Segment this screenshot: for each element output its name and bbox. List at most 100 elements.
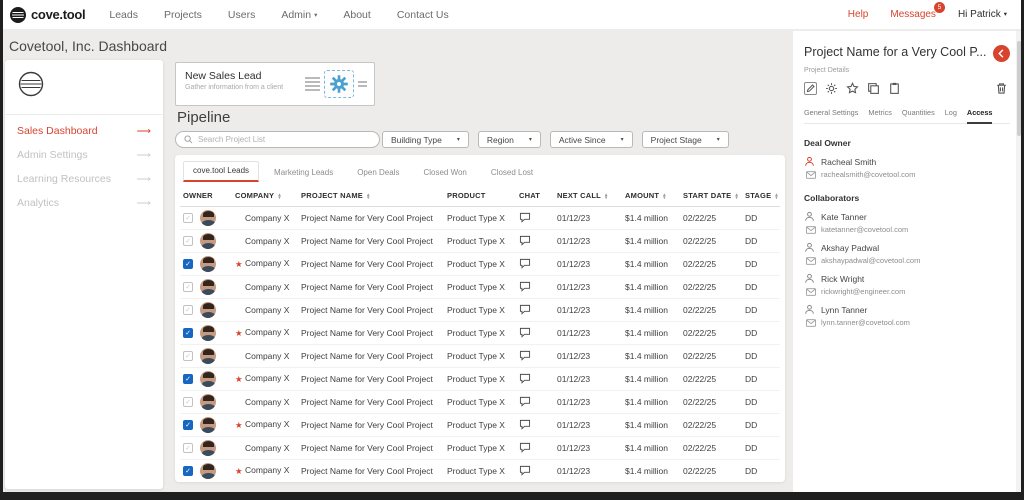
col-next-call[interactable]: NEXT CALL ▲ ▼ [554,185,622,207]
col-amount[interactable]: AMOUNT ▲ ▼ [622,185,680,207]
collaborator-email[interactable]: katetanner@covetool.com [821,225,908,234]
project-name[interactable]: Project Name for Very Cool Project [298,252,444,276]
row-checkbox[interactable]: ✓ [183,374,193,384]
search-input[interactable] [198,135,371,144]
collaborator-email[interactable]: lynn.tanner@covetool.com [821,318,910,327]
detail-tab-metrics[interactable]: Metrics [868,108,892,123]
collaborator-email[interactable]: rickwright@engineer.com [821,287,905,296]
chat-icon[interactable] [519,419,531,430]
chat-icon[interactable] [519,327,531,338]
nav-link-admin[interactable]: Admin ▾ [281,9,317,21]
sort-icon[interactable]: ▲ ▼ [734,192,739,200]
project-name[interactable]: Project Name for Very Cool Project [298,206,444,230]
sidebar-item-learning-resources[interactable]: Learning Resources ⟶ [5,167,163,191]
tab-marketing-leads[interactable]: Marketing Leads [265,164,342,182]
favorite-star-icon[interactable]: ★ [235,328,245,339]
collaborator-email[interactable]: akshaypadwal@covetool.com [821,256,920,265]
row-checkbox[interactable]: ✓ [183,466,193,476]
col-project-name[interactable]: PROJECT NAME ▲ ▼ [298,185,444,207]
project-name[interactable]: Project Name for Very Cool Project [298,229,444,253]
scrollbar-thumb[interactable] [1016,41,1021,136]
project-name[interactable]: Project Name for Very Cool Project [298,321,444,345]
project-name[interactable]: Project Name for Very Cool Project [298,298,444,322]
detail-tab-quantities[interactable]: Quantities [902,108,935,123]
nav-link-users[interactable]: Users [228,9,255,21]
project-action-icons [804,82,1010,95]
help-link[interactable]: Help [848,9,869,20]
row-checkbox[interactable]: ✓ [183,213,193,223]
chat-icon[interactable] [519,442,531,453]
edit-icon[interactable] [804,82,817,95]
chat-icon[interactable] [519,350,531,361]
clipboard-icon[interactable] [888,82,901,95]
detail-tab-general-settings[interactable]: General Settings [804,108,858,123]
stage: DD [742,275,780,299]
col-stage[interactable]: STAGE ▲ ▼ [742,185,780,207]
row-checkbox[interactable]: ✓ [183,443,193,453]
project-name[interactable]: Project Name for Very Cool Project [298,459,444,482]
row-checkbox[interactable]: ✓ [183,328,193,338]
project-name[interactable]: Project Name for Very Cool Project [298,367,444,391]
row-checkbox[interactable]: ✓ [183,259,193,269]
chat-icon[interactable] [519,212,531,223]
row-checkbox[interactable]: ✓ [183,305,193,315]
project-name[interactable]: Project Name for Very Cool Project [298,275,444,299]
chat-icon[interactable] [519,373,531,384]
row-checkbox[interactable]: ✓ [183,282,193,292]
chat-icon[interactable] [519,258,531,269]
tab-cove-tool-leads[interactable]: cove.tool Leads [183,161,260,182]
settings-icon[interactable] [825,82,838,95]
tab-closed-lost[interactable]: Closed Lost [482,164,542,182]
copy-icon[interactable] [867,82,880,95]
deal-owner-email[interactable]: rachealsmith@covetool.com [821,170,915,179]
nav-link-projects[interactable]: Projects [164,9,202,21]
chat-icon[interactable] [519,396,531,407]
sort-icon[interactable]: ▲ ▼ [662,192,667,200]
tab-closed-won[interactable]: Closed Won [414,164,475,182]
project-name[interactable]: Project Name for Very Cool Project [298,436,444,460]
back-button[interactable] [993,45,1010,62]
row-checkbox[interactable]: ✓ [183,236,193,246]
chat-icon[interactable] [519,465,531,476]
brand[interactable]: cove.tool [9,6,86,24]
project-name[interactable]: Project Name for Very Cool Project [298,413,444,437]
filter-active-since[interactable]: Active Since ▾ [549,131,633,148]
col-start-date[interactable]: START DATE ▲ ▼ [680,185,742,207]
favorite-star-icon[interactable]: ★ [235,374,245,385]
tab-open-deals[interactable]: Open Deals [348,164,408,182]
sort-icon[interactable]: ▲ ▼ [366,192,371,200]
vertical-scrollbar[interactable] [1016,31,1021,492]
row-checkbox[interactable]: ✓ [183,420,193,430]
sort-icon[interactable]: ▲ ▼ [277,192,282,200]
filter-project-stage[interactable]: Project Stage ▾ [641,131,729,148]
filter-region[interactable]: Region ▾ [477,131,541,148]
nav-link-about[interactable]: About [343,9,370,21]
project-name[interactable]: Project Name for Very Cool Project [298,344,444,368]
row-checkbox[interactable]: ✓ [183,351,193,361]
nav-link-leads[interactable]: Leads [109,9,138,21]
filter-building-type[interactable]: Building Type ▾ [382,131,469,148]
chat-icon[interactable] [519,235,531,246]
sidebar-item-analytics[interactable]: Analytics ⟶ [5,191,163,215]
sidebar-item-admin-settings[interactable]: Admin Settings ⟶ [5,143,163,167]
delete-icon[interactable] [995,82,1008,95]
favorite-star-icon[interactable]: ★ [235,466,245,477]
project-name[interactable]: Project Name for Very Cool Project [298,390,444,414]
user-menu[interactable]: Hi Patrick ▾ [958,9,1007,20]
sidebar-item-label: Admin Settings [17,149,88,161]
col-company[interactable]: COMPANY ▲ ▼ [232,185,298,207]
favorite-star-icon[interactable]: ★ [235,420,245,431]
detail-tab-log[interactable]: Log [945,108,957,123]
sort-icon[interactable]: ▲ ▼ [774,192,779,200]
sort-icon[interactable]: ▲ ▼ [604,192,609,200]
star-icon[interactable] [846,82,859,95]
sidebar-item-sales-dashboard[interactable]: Sales Dashboard ⟶ [5,119,163,143]
new-sales-lead-card[interactable]: New Sales Lead Gather information from a… [175,62,375,106]
messages-link[interactable]: Messages 5 [890,2,945,20]
row-checkbox[interactable]: ✓ [183,397,193,407]
chat-icon[interactable] [519,304,531,315]
favorite-star-icon[interactable]: ★ [235,259,245,270]
nav-link-contact-us[interactable]: Contact Us [397,9,449,21]
detail-tab-access[interactable]: Access [966,108,993,124]
chat-icon[interactable] [519,281,531,292]
